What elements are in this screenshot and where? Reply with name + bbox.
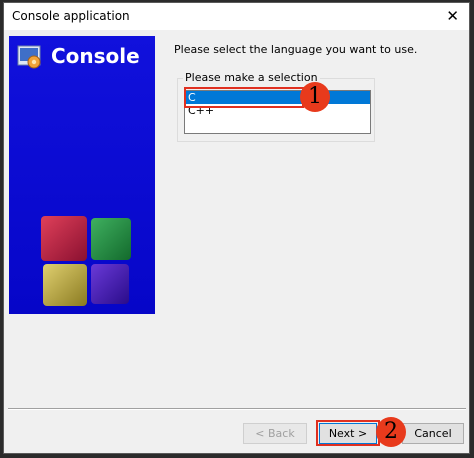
banner-title: Console [51, 44, 140, 68]
annotation-marker-1: 1 [300, 82, 330, 112]
close-icon[interactable]: ✕ [446, 7, 459, 25]
instruction-text: Please select the language you want to u… [174, 43, 418, 56]
wizard-banner: Console [9, 36, 155, 314]
title-bar: Console application ✕ [4, 3, 469, 30]
gear-icon [17, 45, 41, 69]
footer-divider [8, 408, 466, 410]
cancel-button[interactable]: Cancel [402, 423, 464, 444]
window-title: Console application [12, 9, 130, 23]
annotation-box-2 [316, 420, 380, 446]
annotation-marker-2: 2 [376, 417, 406, 447]
groupbox-label: Please make a selection [183, 71, 320, 84]
annotation-box-1 [184, 87, 304, 108]
cubes-logo [41, 216, 131, 306]
back-button[interactable]: < Back [243, 423, 307, 444]
